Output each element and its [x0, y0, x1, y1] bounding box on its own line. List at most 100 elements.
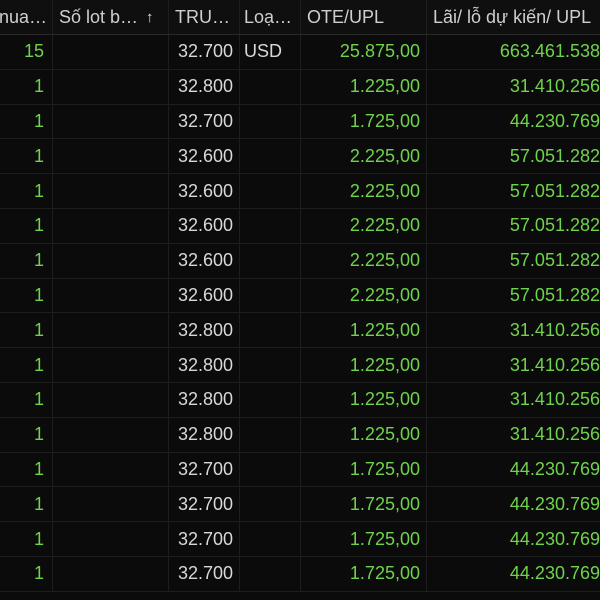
- ote-cell-value: 1.725,00: [349, 110, 420, 131]
- table-row[interactable]: 1 32.700 1.725,00 44.230.769: [0, 104, 600, 140]
- ote-cell-value: 1.725,00: [349, 493, 420, 514]
- arrow-up-icon[interactable]: ↑: [146, 9, 154, 26]
- header-upl[interactable]: Lãi/ lỗ dự kiến/ UPL: [427, 0, 600, 34]
- lots-cell: [53, 243, 169, 278]
- quantity-cell: 1: [0, 69, 53, 104]
- type-cell: USD: [240, 35, 301, 69]
- table-row[interactable]: 1 32.800 1.225,00 31.410.256: [0, 313, 600, 349]
- upl-cell-value: 57.051.282: [509, 215, 600, 236]
- lots-cell: [53, 139, 169, 174]
- table-row[interactable]: 15 32.700 USD 25.875,00 663.461.538: [0, 35, 600, 70]
- type-cell: [240, 243, 301, 278]
- quantity-cell-value: 1: [33, 458, 44, 479]
- table-body: 15 32.700 USD 25.875,00 663.461.538 1 32.800 1.…: [0, 35, 600, 592]
- table-row[interactable]: 1 32.600 2.225,00 57.051.282: [0, 243, 600, 279]
- price-cell-value: 32.600: [177, 215, 233, 236]
- price-cell-value: 32.600: [177, 284, 233, 305]
- price-cell-value: 32.800: [177, 76, 233, 97]
- ote-cell: 2.225,00: [301, 243, 427, 278]
- header-price-label: TRU…: [175, 6, 230, 27]
- price-cell: 32.700: [169, 487, 240, 522]
- upl-cell: 57.051.282: [427, 139, 600, 173]
- upl-cell-value: 57.051.282: [509, 284, 600, 305]
- lots-cell: [53, 313, 169, 348]
- table-row[interactable]: 1 32.800 1.225,00 31.410.256: [0, 382, 600, 418]
- ote-cell-value: 1.225,00: [349, 76, 420, 97]
- header-quantity[interactable]: nua…: [0, 0, 53, 34]
- upl-cell-value: 57.051.282: [509, 250, 600, 271]
- table-row[interactable]: 1 32.700 1.725,00 44.230.769: [0, 556, 600, 592]
- price-cell: 32.700: [169, 522, 240, 556]
- quantity-cell-value: 15: [23, 41, 44, 62]
- price-cell: 32.800: [169, 417, 240, 452]
- ote-cell-value: 1.725,00: [349, 528, 420, 549]
- header-type-label: Loạ…: [244, 6, 293, 27]
- table-row[interactable]: 1 32.800 1.225,00 31.410.256: [0, 69, 600, 105]
- quantity-cell-value: 1: [33, 215, 44, 236]
- table-row[interactable]: 1 32.600 2.225,00 57.051.282: [0, 278, 600, 314]
- upl-cell-value: 57.051.282: [509, 145, 600, 166]
- type-cell: [240, 348, 301, 382]
- quantity-cell: 1: [0, 348, 53, 382]
- lots-cell: [53, 35, 169, 69]
- header-ote[interactable]: OTE/UPL: [301, 0, 427, 34]
- ote-cell: 1.225,00: [301, 348, 427, 382]
- type-cell: [240, 313, 301, 348]
- upl-cell-value: 663.461.538: [499, 41, 600, 62]
- upl-cell: 44.230.769: [427, 487, 600, 521]
- ote-cell: 1.725,00: [301, 522, 427, 556]
- table-row[interactable]: 1 32.600 2.225,00 57.051.282: [0, 139, 600, 175]
- type-cell: [240, 208, 301, 243]
- upl-cell: 44.230.769: [427, 557, 600, 591]
- upl-cell-value: 44.230.769: [509, 110, 600, 131]
- table-row[interactable]: 1 32.700 1.725,00 44.230.769: [0, 522, 600, 557]
- price-cell: 32.600: [169, 278, 240, 313]
- ote-cell-value: 2.225,00: [349, 180, 420, 201]
- upl-cell-value: 44.230.769: [509, 528, 600, 549]
- quantity-cell-value: 1: [33, 563, 44, 584]
- header-lots[interactable]: Số lot b… ↑: [53, 0, 169, 34]
- quantity-cell: 1: [0, 452, 53, 487]
- ote-cell: 1.725,00: [301, 556, 427, 591]
- ote-cell: 1.225,00: [301, 417, 427, 452]
- type-cell: [240, 174, 301, 208]
- table-row[interactable]: 1 32.800 1.225,00 31.410.256: [0, 348, 600, 383]
- quantity-cell: 1: [0, 417, 53, 452]
- type-cell: [240, 139, 301, 174]
- price-cell: 32.700: [169, 104, 240, 139]
- ote-cell: 1.725,00: [301, 104, 427, 139]
- ote-cell-value: 1.225,00: [349, 389, 420, 410]
- table-row[interactable]: 1 32.700 1.725,00 44.230.769: [0, 452, 600, 488]
- upl-cell-value: 31.410.256: [509, 76, 600, 97]
- ote-cell-value: 1.225,00: [349, 319, 420, 340]
- price-cell: 32.800: [169, 382, 240, 417]
- lots-cell: [53, 174, 169, 208]
- type-cell: [240, 417, 301, 452]
- ote-cell-value: 25.875,00: [339, 41, 420, 62]
- ote-cell-value: 2.225,00: [349, 250, 420, 271]
- table-header-row: nua… Số lot b… ↑ TRU… Loạ… OTE/UPL Lãi/ l…: [0, 0, 600, 35]
- price-cell-value: 32.600: [177, 145, 233, 166]
- table-row[interactable]: 1 32.600 2.225,00 57.051.282: [0, 208, 600, 244]
- header-type[interactable]: Loạ…: [240, 0, 301, 34]
- upl-cell: 31.410.256: [427, 70, 600, 104]
- price-cell-value: 32.700: [177, 41, 233, 62]
- header-price[interactable]: TRU…: [169, 0, 240, 34]
- header-ote-label: OTE/UPL: [307, 6, 385, 27]
- table-row[interactable]: 1 32.800 1.225,00 31.410.256: [0, 417, 600, 453]
- quantity-cell-value: 1: [33, 319, 44, 340]
- ote-cell: 1.225,00: [301, 69, 427, 104]
- ote-cell: 2.225,00: [301, 139, 427, 174]
- price-cell-value: 32.700: [177, 563, 233, 584]
- quantity-cell-value: 1: [33, 389, 44, 410]
- ote-cell: 2.225,00: [301, 208, 427, 243]
- lots-cell: [53, 278, 169, 313]
- ote-cell-value: 1.225,00: [349, 424, 420, 445]
- upl-cell: 31.410.256: [427, 418, 600, 452]
- price-cell: 32.700: [169, 35, 240, 69]
- table-row[interactable]: 1 32.700 1.725,00 44.230.769: [0, 487, 600, 523]
- lots-cell: [53, 104, 169, 139]
- table-row[interactable]: 1 32.600 2.225,00 57.051.282: [0, 174, 600, 209]
- price-cell-value: 32.700: [177, 458, 233, 479]
- ote-cell-value: 2.225,00: [349, 284, 420, 305]
